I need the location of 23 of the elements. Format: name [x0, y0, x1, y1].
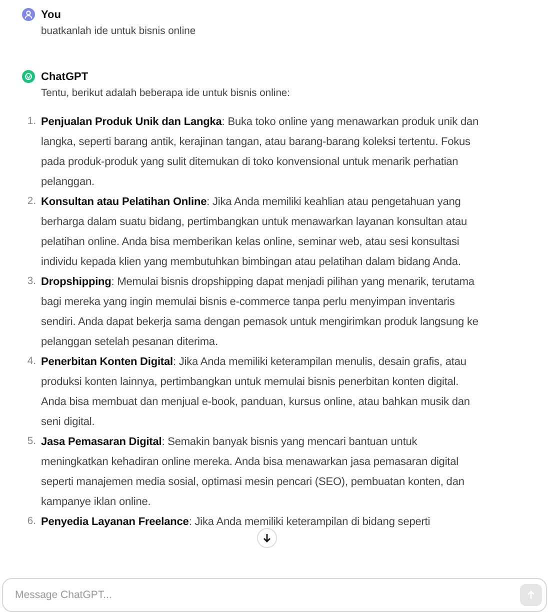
- message-text: buatkanlah ide untuk bisnis online: [41, 25, 197, 39]
- list-number: 3.: [26, 275, 36, 289]
- avatar-icon: [22, 8, 35, 21]
- list-item-text: Penerbitan Konten Digital: Jika Anda memiliki keterampilan menulis, desain grafis, atau produksi konten lainnya, pertimbangkan untuk memulai bisnis penerbitan konten digital. Anda bisa membuat dan menjual e-book, panduan, kursus online, atau bahkan musik dan seni digital.: [41, 355, 471, 430]
- list-number: 4.: [26, 355, 36, 369]
- list-number: 2.: [26, 195, 36, 209]
- author-name: You: [41, 8, 62, 22]
- list-number: 1.: [26, 115, 36, 129]
- list-item-text: Dropshipping: Memulai bisnis dropshipping dapat menjadi pilihan yang menarik, terutama bagi mereka yang ingin memulai bisnis e-commerce tanpa perlu menyimpan inventaris sendiri. Anda dapat bekerja sama dengan pemasok untuk mengirimkan produk langsung ke pelanggan setelah pesanan diterima.: [41, 275, 480, 350]
- message-field[interactable]: Message ChatGPT...: [2, 578, 547, 612]
- message-input[interactable]: Message ChatGPT...: [13, 588, 514, 602]
- message-text: Tentu, berikut adalah beberapa ide untuk bisnis online:: [41, 87, 292, 101]
- list-item-text: Penjualan Produk Unik dan Langka: Buka toko online yang menawarkan produk unik dan langka, seperti barang antik, kerajinan tangan, atau barang-barang koleksi tertentu. Fokus pada produk-produk yang sulit ditemukan di toko konvensional untuk menarik perhatian pelanggan.: [41, 115, 480, 190]
- list-item-text: Penyedia Layanan Freelance: Jika Anda memiliki keterampilan di bidang seperti: [41, 515, 430, 530]
- avatar-icon: [22, 70, 35, 83]
- list-number: 5.: [26, 435, 36, 449]
- author-name: ChatGPT: [41, 70, 90, 84]
- scroll-down-button[interactable]: [257, 528, 277, 548]
- list-number: 6.: [26, 515, 36, 529]
- arrow-up-icon: [526, 590, 536, 600]
- list-item-text: Jasa Pemasaran Digital: Semakin banyak bisnis yang mencari bantuan untuk meningkatkan kehadiran online mereka. Anda bisa menawarkan jasa pemasaran digital seperti manajemen media sosial, optimasi mesin pencari (SEO), pembuatan konten, dan kampanye iklan online.: [41, 435, 466, 510]
- arrow-down-icon: [262, 533, 272, 543]
- list-item-text: Konsultan atau Pelatihan Online: Jika Anda memiliki keahlian atau pengetahuan yang berharga dalam suatu bidang, pertimbangkan untuk menawarkan layanan konsultan atau pelatihan online. Anda bisa memberikan kelas online, seminar web, atau sesi konsultasi individu kepada klien yang membutuhkan bimbingan atau pelatihan dalam bidang Anda.: [41, 195, 468, 270]
